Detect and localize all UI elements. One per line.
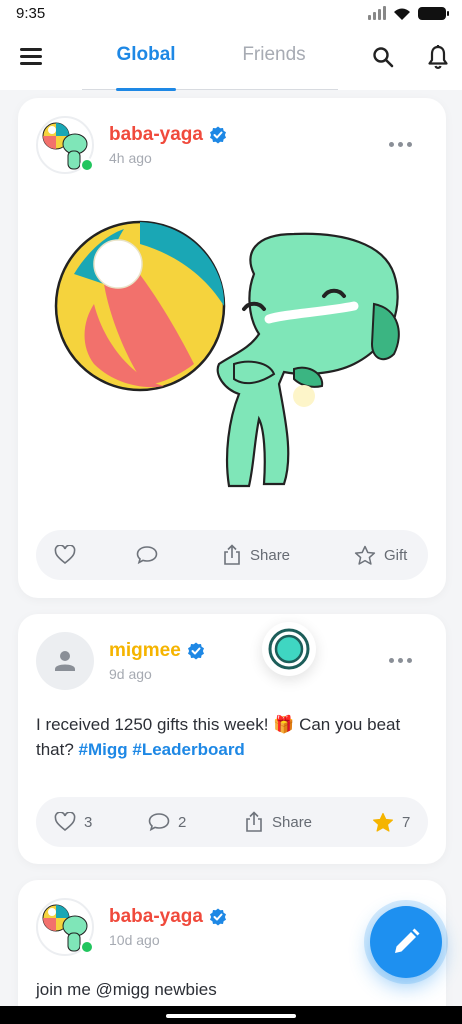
comment-button[interactable]: 2 xyxy=(148,797,186,847)
gift-star-button[interactable]: 7 xyxy=(372,797,410,847)
share-label: Share xyxy=(250,546,291,564)
more-icon xyxy=(389,142,394,147)
floating-coin-button[interactable] xyxy=(262,622,316,676)
comment-count: 2 xyxy=(178,813,187,831)
comment-icon xyxy=(136,546,158,565)
top-app-bar: Global Friends xyxy=(0,26,462,91)
online-status-dot xyxy=(80,940,94,954)
heart-icon xyxy=(54,812,76,832)
post-author[interactable]: migmee xyxy=(109,640,205,662)
compose-post-button[interactable] xyxy=(370,906,442,978)
avatar[interactable] xyxy=(36,632,94,690)
active-tab-indicator xyxy=(116,88,176,91)
coin-icon xyxy=(268,628,310,670)
post-author[interactable]: baba-yaga xyxy=(109,906,227,928)
share-icon xyxy=(246,811,262,832)
post-card: baba-yaga 4h ago Share Gift xyxy=(18,98,446,598)
comment-button[interactable] xyxy=(136,530,158,580)
verified-icon xyxy=(187,642,204,660)
like-count: 3 xyxy=(84,813,93,831)
tab-friends[interactable]: Friends xyxy=(210,44,338,66)
post-action-bar: 3 2 Share 7 xyxy=(36,797,428,847)
battery-icon xyxy=(418,6,449,20)
menu-button[interactable] xyxy=(20,48,42,66)
more-icon xyxy=(389,658,394,663)
hashtag-link[interactable]: #Leaderboard xyxy=(132,740,244,759)
home-indicator[interactable] xyxy=(166,1014,296,1018)
post-sticker-image xyxy=(54,220,400,488)
heart-icon xyxy=(54,545,76,565)
status-icons xyxy=(368,6,449,21)
more-options-button[interactable] xyxy=(389,658,412,663)
gift-label: Gift xyxy=(384,546,408,564)
share-button[interactable]: Share xyxy=(222,530,290,580)
gift-button[interactable]: Gift xyxy=(354,530,407,580)
post-author-name: migmee xyxy=(109,640,181,661)
like-button[interactable]: 3 xyxy=(54,797,92,847)
verified-icon xyxy=(209,908,226,926)
wifi-icon xyxy=(394,8,410,20)
more-options-button[interactable] xyxy=(389,142,412,147)
share-label: Share xyxy=(272,813,313,831)
signal-icon xyxy=(368,6,386,20)
pencil-icon xyxy=(395,928,420,953)
star-icon xyxy=(354,545,376,565)
share-icon xyxy=(224,544,240,565)
menu-icon xyxy=(20,48,42,51)
post-timestamp: 10d ago xyxy=(109,932,160,948)
star-count: 7 xyxy=(402,813,411,831)
post-author-name: baba-yaga xyxy=(109,906,203,927)
tab-global[interactable]: Global xyxy=(82,44,210,66)
comment-icon xyxy=(148,813,170,832)
bell-icon xyxy=(428,45,448,69)
status-bar: 9:35 xyxy=(0,0,462,26)
post-body: join me @migg newbies xyxy=(36,980,217,999)
post-action-bar: Share Gift xyxy=(36,530,428,580)
hashtag-link[interactable]: #Migg xyxy=(79,740,128,759)
status-time: 9:35 xyxy=(16,4,46,22)
search-icon xyxy=(373,47,394,68)
user-placeholder-icon xyxy=(55,651,75,671)
post-author-name: baba-yaga xyxy=(109,124,203,145)
home-indicator-bar xyxy=(0,1006,462,1024)
like-button[interactable] xyxy=(54,530,76,580)
online-status-dot xyxy=(80,158,94,172)
star-icon xyxy=(373,812,393,832)
post-timestamp: 4h ago xyxy=(109,150,152,166)
post-card: migmee 9d ago I received 1250 gifts this… xyxy=(18,614,446,864)
post-author[interactable]: baba-yaga xyxy=(109,124,227,146)
notifications-button[interactable] xyxy=(426,44,450,70)
share-button[interactable]: Share xyxy=(244,797,312,847)
post-text: I received 1250 gifts this week! 🎁 Can y… xyxy=(36,712,428,762)
search-button[interactable] xyxy=(371,45,395,69)
feed-tabs: Global Friends xyxy=(82,26,338,91)
verified-icon xyxy=(209,126,226,144)
post-timestamp: 9d ago xyxy=(109,666,152,682)
